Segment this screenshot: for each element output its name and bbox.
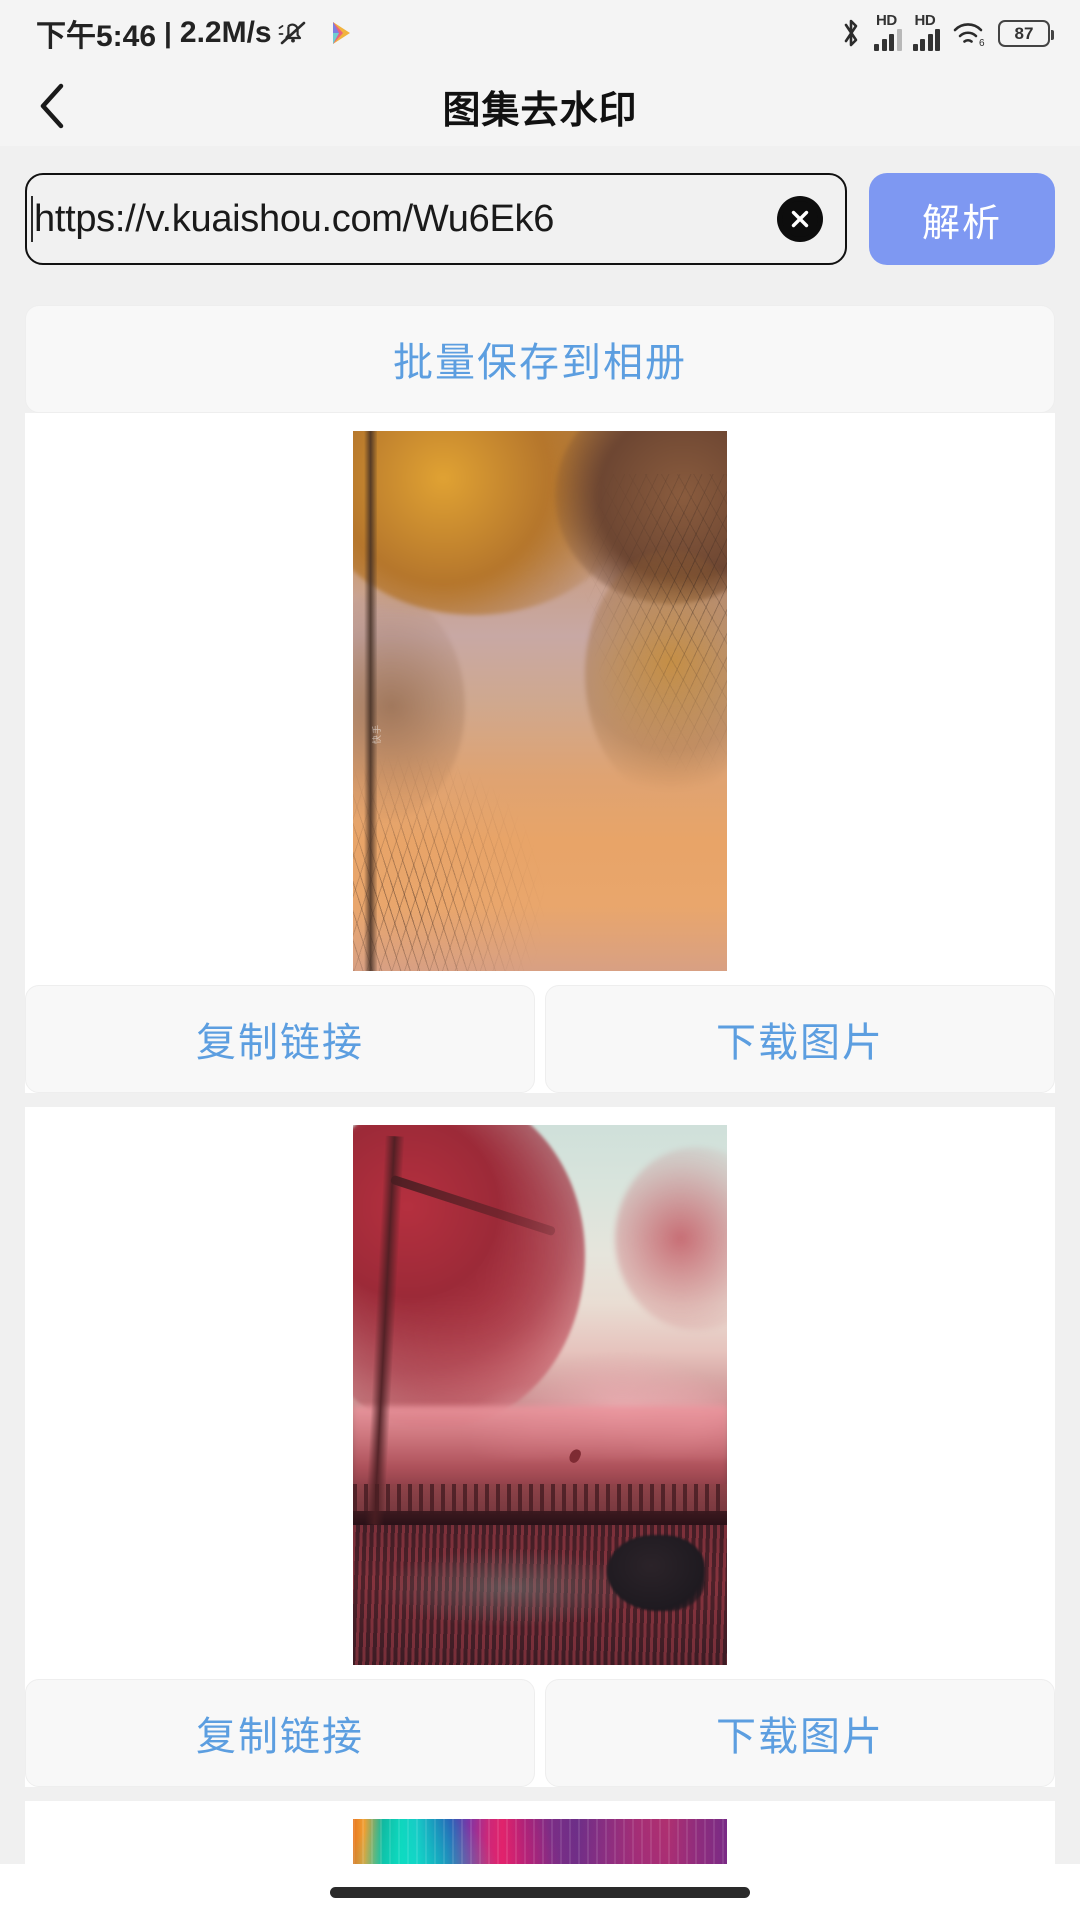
thumbnail-wrapper[interactable] (25, 1125, 1055, 1665)
status-time: 下午5:46 (36, 20, 157, 53)
back-button[interactable] (34, 76, 94, 136)
item-action-row: 复制链接 下载图片 (25, 1665, 1055, 1787)
copy-link-button[interactable]: 复制链接 (25, 985, 535, 1093)
sim2-hd-label: HD (914, 12, 936, 29)
text-cursor (31, 196, 33, 242)
battery-level-text: 87 (1014, 23, 1034, 43)
app-screen: 下午5:46 | 2.2M/s HD HD 6 87 图集去水印 https:/… (0, 0, 1080, 1920)
item-divider (25, 1787, 1055, 1801)
svg-text:6: 6 (979, 38, 985, 48)
url-input-row: https://v.kuaishou.com/Wu6Ek6 解析 (0, 146, 1080, 287)
gallery-item: 快手 复制链接 下载图片 (25, 413, 1055, 1093)
home-indicator[interactable] (330, 1886, 750, 1898)
wifi-6-icon: 6 (951, 18, 987, 49)
batch-save-button[interactable]: 批量保存到相册 (25, 305, 1055, 413)
download-image-button[interactable]: 下载图片 (545, 1679, 1055, 1787)
status-bar-left: 下午5:46 | 2.2M/s (36, 11, 356, 55)
batch-save-label: 批量保存到相册 (393, 341, 687, 385)
chevron-left-icon (34, 78, 74, 134)
bell-muted-icon (276, 16, 310, 50)
item-divider (25, 1093, 1055, 1107)
url-input-field[interactable]: https://v.kuaishou.com/Wu6Ek6 (25, 173, 847, 265)
battery-icon: 87 (998, 19, 1054, 47)
sim2-signal-icon: HD (912, 12, 940, 51)
nav-bar: 图集去水印 (0, 66, 1080, 146)
download-image-button[interactable]: 下载图片 (545, 985, 1055, 1093)
close-circle-icon[interactable] (777, 196, 823, 242)
copy-link-button[interactable]: 复制链接 (25, 1679, 535, 1787)
home-indicator-bar (0, 1864, 1080, 1920)
parse-button[interactable]: 解析 (869, 173, 1055, 265)
item-action-row: 复制链接 下载图片 (25, 971, 1055, 1093)
page-title: 图集去水印 (442, 89, 638, 132)
image-watermark: 快手 (371, 724, 382, 745)
autumn-golden-foliage-sunset-thumbnail[interactable]: 快手 (353, 431, 727, 971)
pink-maple-lake-bridge-thumbnail[interactable] (353, 1125, 727, 1665)
google-play-icon (324, 17, 356, 49)
status-separator: | (164, 17, 172, 48)
bluetooth-icon (839, 16, 863, 50)
sim1-hd-label: HD (876, 12, 897, 29)
status-bar-right: HD HD 6 87 (839, 12, 1054, 51)
gallery-item: 复制链接 下载图片 (25, 1107, 1055, 1787)
status-bar: 下午5:46 | 2.2M/s HD HD 6 87 (0, 0, 1080, 66)
url-input-value: https://v.kuaishou.com/Wu6Ek6 (34, 197, 555, 240)
network-speed-text: 2.2M/s (179, 16, 272, 49)
sim1-signal-icon: HD (874, 12, 902, 51)
thumbnail-wrapper[interactable]: 快手 (25, 431, 1055, 971)
content-scroll-area[interactable]: https://v.kuaishou.com/Wu6Ek6 解析 批量保存到相册 (0, 146, 1080, 1920)
